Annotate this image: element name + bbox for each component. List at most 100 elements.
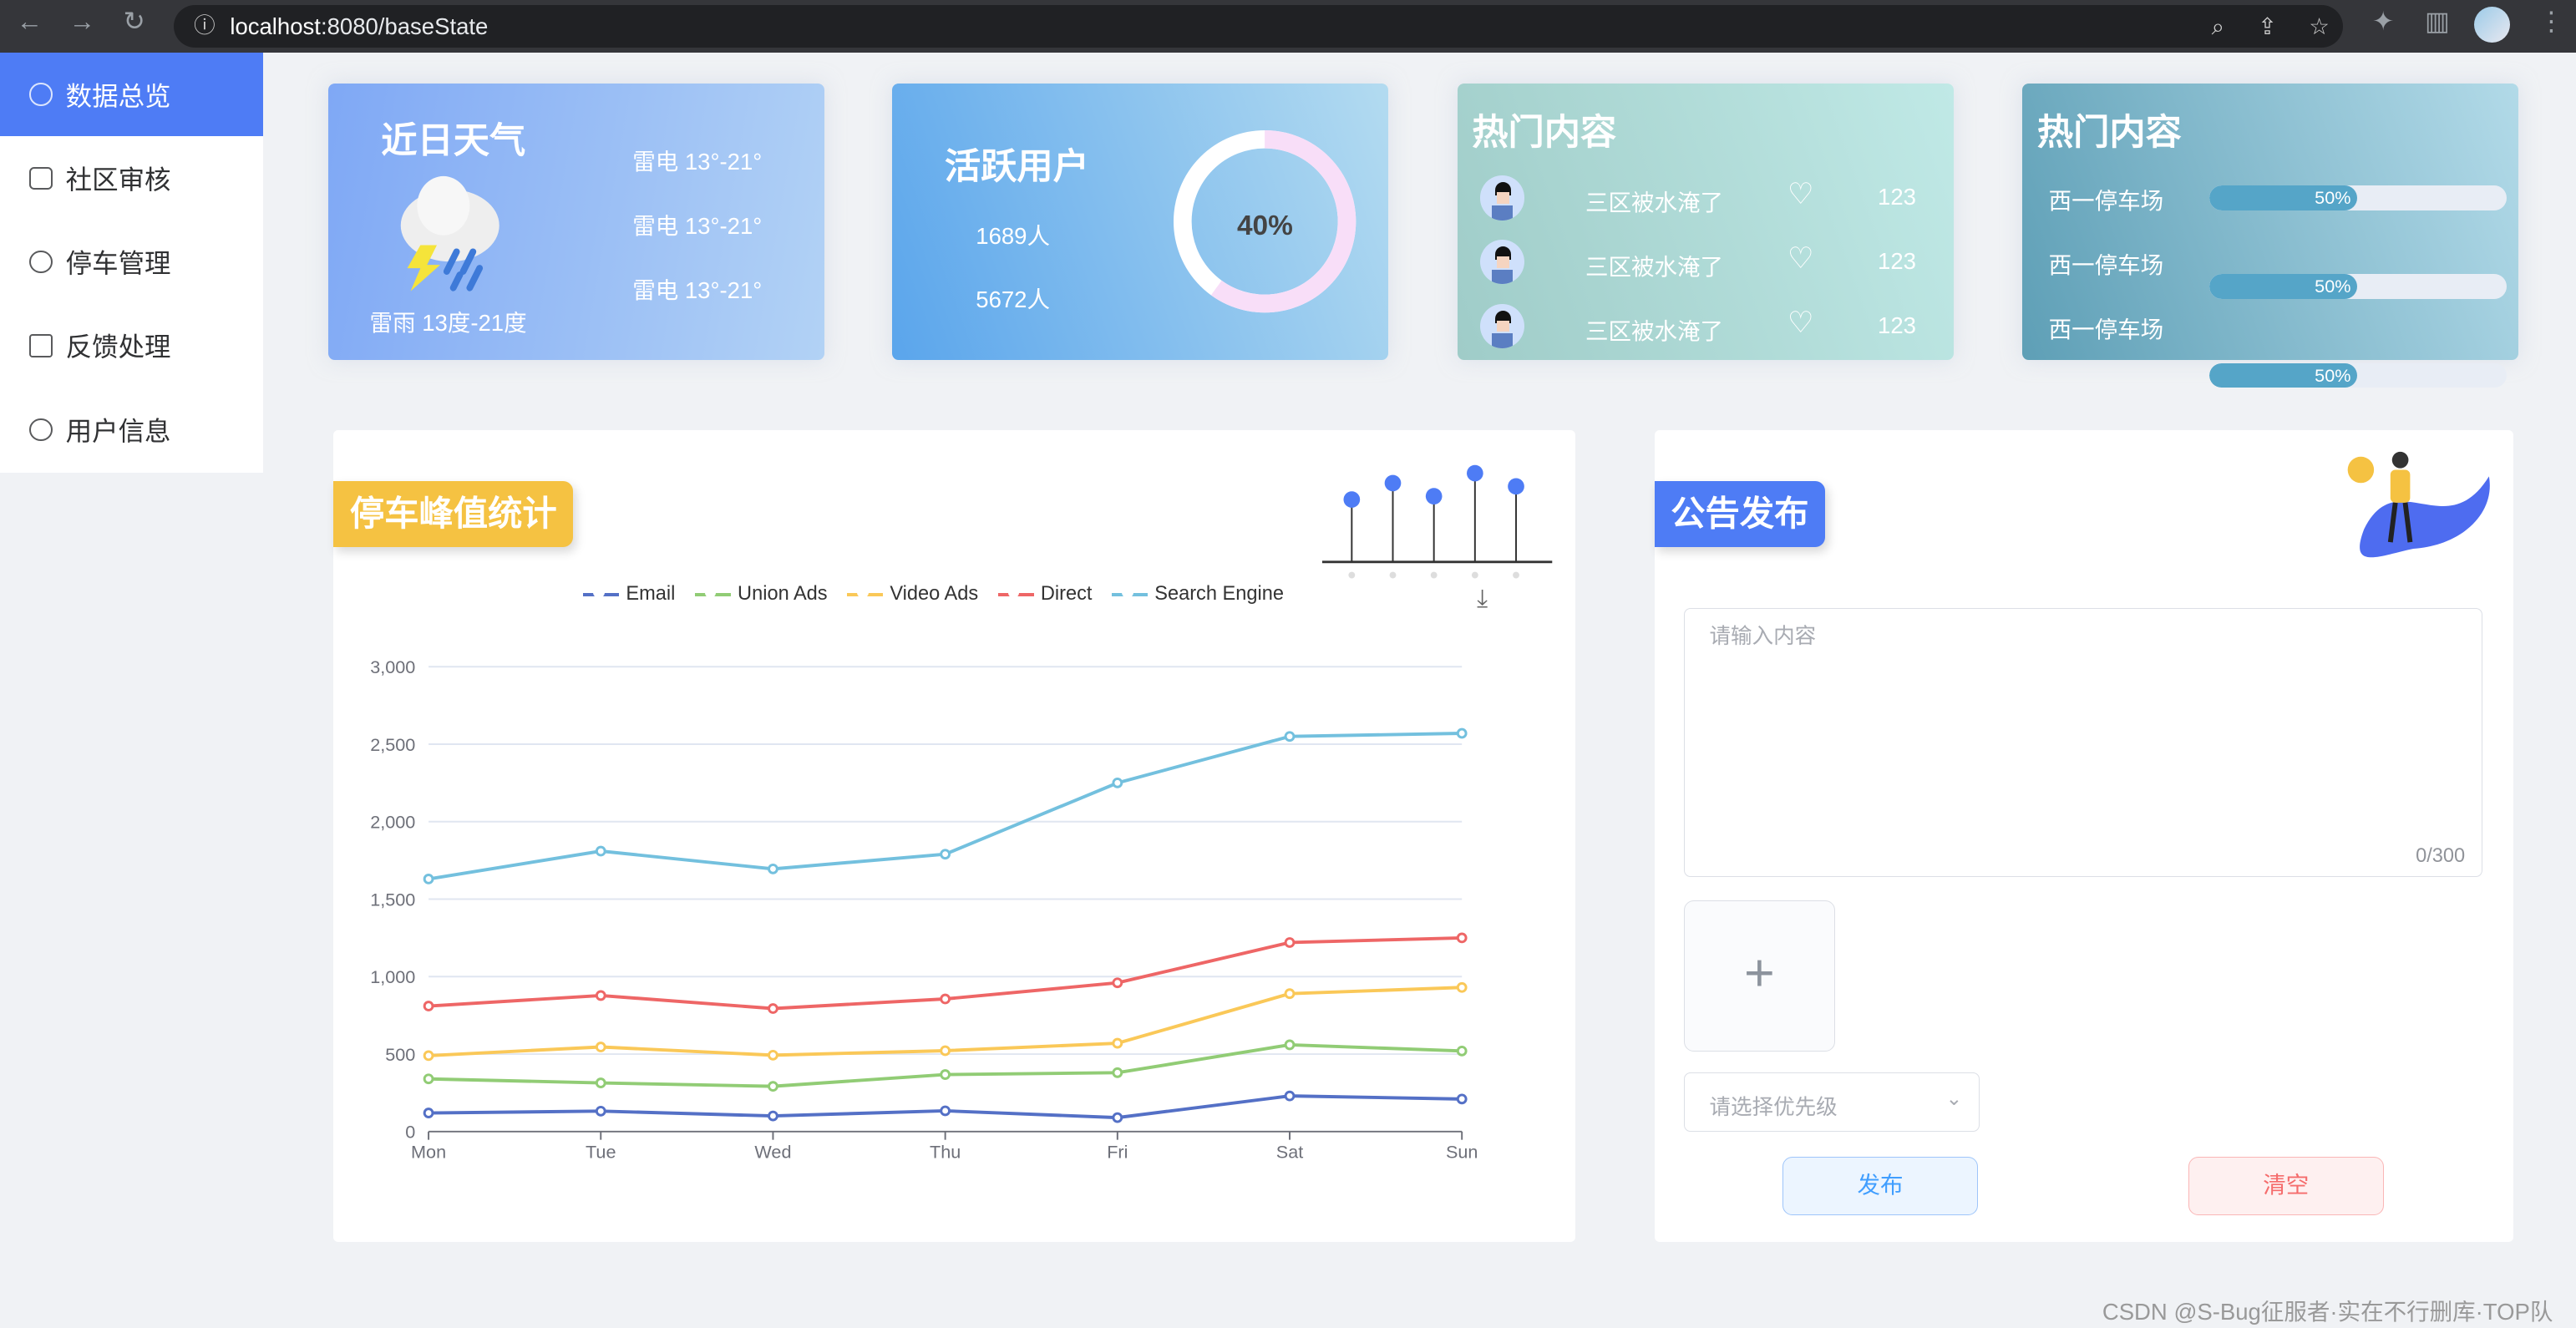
- heart-icon[interactable]: ♡: [1787, 177, 1814, 211]
- sidebar-item-user-info[interactable]: 用户信息: [0, 388, 263, 471]
- url-host: localhost: [230, 13, 321, 39]
- sidebar-item-feedback[interactable]: 反馈处理: [0, 304, 263, 388]
- data-point: [596, 990, 606, 1001]
- weather-card: 近日天气 雷雨 13度-21度 雷电 13°-21° 雷电 13°-21° 雷电…: [328, 84, 825, 360]
- feedback-icon: [29, 334, 53, 357]
- chevron-down-icon: ⌄: [1945, 1088, 1963, 1111]
- sidebar: 数据总览 社区审核 停车管理 反馈处理 用户信息: [0, 52, 263, 474]
- data-point: [1112, 1113, 1123, 1123]
- textarea-placeholder: 请输入内容: [1709, 624, 1817, 648]
- progress-fill: 50%: [2209, 274, 2358, 299]
- thunderstorm-icon: [400, 175, 499, 291]
- notice-content-textarea[interactable]: 请输入内容 0/300: [1683, 607, 2482, 878]
- user-count: 1689人: [976, 222, 1050, 249]
- forecast-item: 雷电 13°-21°: [632, 149, 763, 175]
- data-point: [596, 1042, 606, 1053]
- select-placeholder: 请选择优先级: [1709, 1095, 1838, 1119]
- data-point: [596, 845, 606, 857]
- data-point: [768, 1110, 779, 1122]
- avatar: [1480, 240, 1525, 285]
- reload-icon[interactable]: ↻: [124, 7, 145, 37]
- y-tick-label: 3,000: [370, 656, 415, 677]
- parking-name: 西一停车场: [2048, 316, 2164, 342]
- y-tick-label: 1,000: [370, 966, 415, 987]
- forecast-item: 雷电 13°-21°: [632, 276, 763, 303]
- char-counter: 0/300: [2416, 845, 2466, 868]
- data-point: [1112, 1037, 1123, 1049]
- notice-panel: 公告发布 请输入内容 0/300 + 请选择优先级 ⌄ 发布 清空: [1654, 430, 2514, 1242]
- y-tick-label: 1,500: [370, 890, 415, 910]
- side-panel-icon[interactable]: ▥: [2425, 7, 2450, 37]
- data-point: [1112, 977, 1123, 989]
- card-title: 热门内容: [1472, 112, 1617, 153]
- clear-button[interactable]: 清空: [2188, 1156, 2384, 1216]
- y-tick-label: 0: [406, 1122, 416, 1143]
- like-count: 123: [1878, 312, 1916, 338]
- user-count: 5672人: [976, 286, 1050, 313]
- data-point: [1457, 982, 1468, 993]
- overview-icon: [29, 83, 53, 106]
- data-point: [1284, 1039, 1296, 1051]
- review-icon: [29, 166, 53, 190]
- x-tick-label: Mon: [411, 1142, 446, 1163]
- heart-icon[interactable]: ♡: [1787, 306, 1814, 340]
- publish-button[interactable]: 发布: [1782, 1156, 1979, 1216]
- data-point: [1457, 1093, 1468, 1105]
- sidebar-item-community-review[interactable]: 社区审核: [0, 136, 263, 220]
- data-point: [1112, 1067, 1123, 1079]
- data-point: [940, 1069, 951, 1081]
- watermark: CSDN @S-Bug征服者·实在不行删库·TOP队: [2102, 1298, 2553, 1325]
- card-title: 活跃用户: [944, 147, 1089, 188]
- data-point: [423, 1001, 434, 1012]
- heart-icon[interactable]: ♡: [1787, 241, 1814, 276]
- back-icon[interactable]: ←: [17, 7, 43, 37]
- card-title: 近日天气: [381, 120, 526, 161]
- zoom-icon[interactable]: ⌕: [2212, 5, 2224, 48]
- share-icon[interactable]: ⇪: [2258, 5, 2277, 48]
- menu-icon[interactable]: ⋮: [2538, 7, 2564, 37]
- plus-icon: +: [1744, 943, 1775, 1002]
- person-illustration: [2347, 451, 2490, 558]
- data-point: [423, 1108, 434, 1119]
- avatar: [1480, 175, 1525, 220]
- data-point: [1112, 778, 1123, 789]
- sidebar-item-overview[interactable]: 数据总览: [0, 52, 263, 137]
- browser-toolbar: ← → ↻ ⓘ localhost:8080/baseState ⌕ ⇪ ☆ ✦…: [0, 0, 2576, 53]
- profile-avatar[interactable]: [2474, 6, 2511, 43]
- parking-progress-bar: 50%: [2209, 185, 2508, 210]
- sidebar-item-label: 反馈处理: [65, 332, 171, 362]
- parking-icon: [29, 250, 53, 274]
- x-tick-label: Sat: [1276, 1142, 1303, 1163]
- line-chart: 0 500 1,000 1,500 2,000 2,500 3,000 Mon Tue Wed Th…: [370, 656, 1478, 1163]
- extensions-icon[interactable]: ✦: [2372, 7, 2394, 37]
- data-point: [1457, 727, 1468, 739]
- parking-name: 西一停车场: [2048, 252, 2164, 278]
- hot-item-text: 三区被水淹了: [1585, 253, 1724, 280]
- data-point: [423, 1050, 434, 1062]
- data-point: [940, 993, 951, 1005]
- image-upload-button[interactable]: +: [1683, 900, 1835, 1052]
- progress-fill: 50%: [2209, 362, 2358, 388]
- hot-item-text: 三区被水淹了: [1585, 317, 1724, 344]
- weather-summary: 雷雨 13度-21度: [369, 309, 527, 336]
- priority-select[interactable]: 请选择优先级 ⌄: [1683, 1072, 1980, 1133]
- sidebar-item-parking[interactable]: 停车管理: [0, 220, 263, 304]
- x-tick-label: Wed: [755, 1142, 792, 1163]
- parking-progress-bar: 50%: [2209, 274, 2508, 299]
- data-point: [1457, 1046, 1468, 1057]
- data-point: [768, 864, 779, 875]
- avatar: [1480, 303, 1525, 348]
- sidebar-item-label: 停车管理: [65, 249, 171, 279]
- data-point: [596, 1106, 606, 1118]
- y-tick-label: 2,000: [370, 812, 415, 833]
- info-icon[interactable]: ⓘ: [194, 5, 216, 48]
- data-point: [596, 1077, 606, 1089]
- card-title: 热门内容: [2036, 112, 2182, 153]
- address-bar[interactable]: ⓘ localhost:8080/baseState ⌕ ⇪ ☆: [174, 4, 2343, 48]
- forward-icon[interactable]: →: [69, 7, 95, 37]
- bookmark-star-icon[interactable]: ☆: [2309, 5, 2330, 48]
- url-path: :8080/baseState: [320, 13, 489, 39]
- progress-fill: 50%: [2209, 185, 2358, 210]
- data-point: [1284, 1091, 1296, 1102]
- hot-item-text: 三区被水淹了: [1585, 190, 1724, 216]
